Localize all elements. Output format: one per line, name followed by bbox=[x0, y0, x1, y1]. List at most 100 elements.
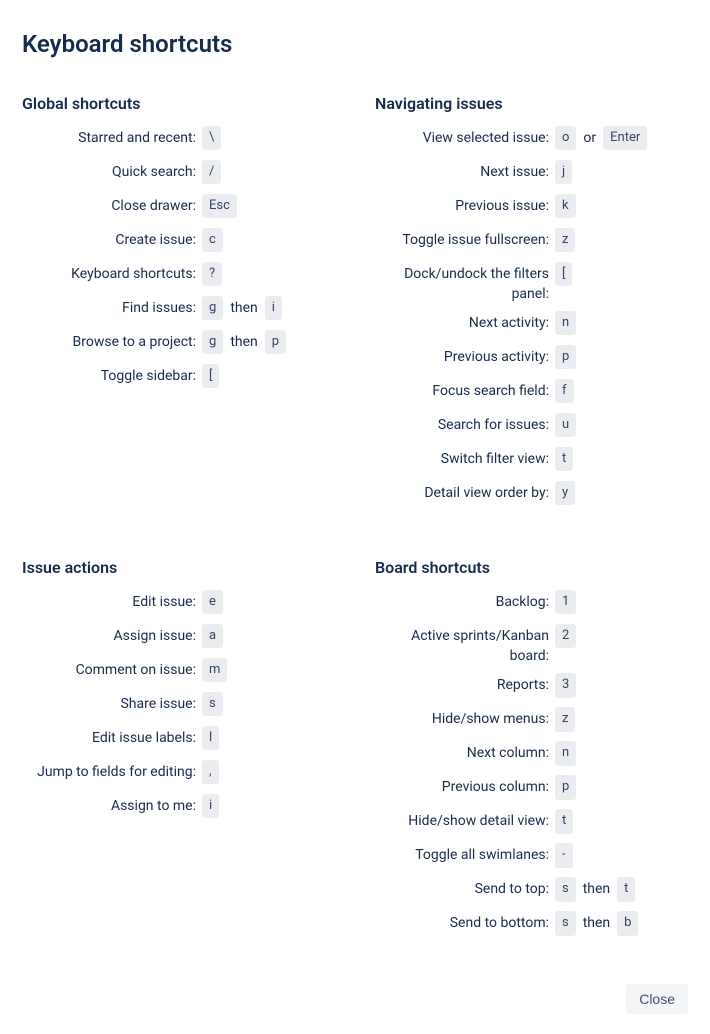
keyboard-key: l bbox=[202, 726, 219, 750]
shortcut-keys: - bbox=[555, 842, 573, 867]
shortcut-keys: [ bbox=[555, 261, 572, 286]
keyboard-key: g bbox=[202, 330, 223, 354]
keyboard-key: 1 bbox=[555, 590, 576, 614]
shortcut-keys: u bbox=[555, 412, 576, 437]
shortcut-label: Send to top: bbox=[375, 876, 555, 900]
shortcut-keys: z bbox=[555, 227, 575, 252]
shortcut-row: Quick search:/ bbox=[22, 159, 335, 187]
shortcut-label: Jump to fields for editing: bbox=[22, 759, 202, 783]
shortcut-keys: sthent bbox=[555, 876, 635, 901]
shortcut-label: View selected issue: bbox=[375, 125, 555, 149]
keyboard-key: a bbox=[202, 624, 223, 648]
shortcut-label: Comment on issue: bbox=[22, 657, 202, 681]
section-heading: Issue actions bbox=[22, 558, 335, 577]
keyboard-key: p bbox=[555, 775, 576, 799]
shortcut-row: Browse to a project:gthenp bbox=[22, 329, 335, 357]
keyboard-key: k bbox=[555, 194, 576, 218]
section-global: Global shortcutsStarred and recent:\Quic… bbox=[22, 94, 335, 514]
shortcut-label: Active sprints/Kanban board: bbox=[375, 623, 555, 666]
shortcut-row: Next activity:n bbox=[375, 310, 688, 338]
keyboard-key: t bbox=[555, 447, 573, 471]
shortcut-row: Search for issues:u bbox=[375, 412, 688, 440]
shortcut-row: Toggle issue fullscreen:z bbox=[375, 227, 688, 255]
shortcut-row: Next column:n bbox=[375, 740, 688, 768]
shortcut-keys: y bbox=[555, 480, 575, 505]
shortcut-label: Toggle issue fullscreen: bbox=[375, 227, 555, 251]
keyboard-key: y bbox=[555, 481, 575, 505]
shortcut-row: Close drawer:Esc bbox=[22, 193, 335, 221]
shortcut-keys: k bbox=[555, 193, 576, 218]
keyboard-key: 2 bbox=[555, 624, 576, 648]
section-heading: Global shortcuts bbox=[22, 94, 335, 113]
shortcut-label: Switch filter view: bbox=[375, 446, 555, 470]
keyboard-key: 3 bbox=[555, 673, 576, 697]
section-navigating: Navigating issuesView selected issue:oor… bbox=[375, 94, 688, 514]
shortcut-keys: t bbox=[555, 808, 573, 833]
shortcut-keys: a bbox=[202, 623, 223, 648]
shortcut-label: Next column: bbox=[375, 740, 555, 764]
keyboard-key: m bbox=[202, 658, 227, 682]
shortcut-label: Next issue: bbox=[375, 159, 555, 183]
shortcut-keys: j bbox=[555, 159, 572, 184]
keyboard-key: - bbox=[555, 843, 573, 867]
shortcut-label: Previous activity: bbox=[375, 344, 555, 368]
shortcut-row: Create issue:c bbox=[22, 227, 335, 255]
keyboard-key: z bbox=[555, 228, 575, 252]
keyboard-key: , bbox=[202, 760, 219, 784]
shortcut-row: Detail view order by:y bbox=[375, 480, 688, 508]
keyboard-key: i bbox=[265, 296, 282, 320]
shortcut-keys: n bbox=[555, 740, 576, 765]
shortcut-row: Switch filter view:t bbox=[375, 446, 688, 474]
keyboard-key: i bbox=[202, 794, 219, 818]
shortcut-row: Send to bottom:sthenb bbox=[375, 910, 688, 938]
shortcut-keys: 3 bbox=[555, 672, 576, 697]
shortcut-keys: i bbox=[202, 793, 219, 818]
shortcut-keys: p bbox=[555, 774, 576, 799]
shortcut-keys: l bbox=[202, 725, 219, 750]
keyboard-key: f bbox=[555, 379, 574, 403]
shortcut-keys: oorEnter bbox=[555, 125, 647, 150]
shortcut-keys: t bbox=[555, 446, 573, 471]
keyboard-key: Esc bbox=[202, 194, 237, 218]
keyboard-key: g bbox=[202, 296, 223, 320]
shortcut-row: Jump to fields for editing:, bbox=[22, 759, 335, 787]
shortcut-label: Focus search field: bbox=[375, 378, 555, 402]
shortcut-row: Hide/show menus:z bbox=[375, 706, 688, 734]
shortcut-label: Reports: bbox=[375, 672, 555, 696]
shortcut-row: Previous issue:k bbox=[375, 193, 688, 221]
key-joiner: then bbox=[227, 334, 260, 350]
shortcut-label: Dock/undock the filters panel: bbox=[375, 261, 555, 304]
shortcut-keys: 2 bbox=[555, 623, 576, 648]
keyboard-key: z bbox=[555, 707, 575, 731]
shortcut-keys: p bbox=[555, 344, 576, 369]
shortcut-row: Dock/undock the filters panel:[ bbox=[375, 261, 688, 304]
keyboard-key: t bbox=[555, 809, 573, 833]
keyboard-key: s bbox=[555, 877, 576, 901]
shortcut-row: Comment on issue:m bbox=[22, 657, 335, 685]
shortcut-row: Assign issue:a bbox=[22, 623, 335, 651]
keyboard-key: s bbox=[202, 692, 223, 716]
shortcut-label: Previous issue: bbox=[375, 193, 555, 217]
shortcut-row: Toggle all swimlanes:- bbox=[375, 842, 688, 870]
close-button[interactable]: Close bbox=[626, 984, 688, 1014]
shortcut-keys: / bbox=[202, 159, 221, 184]
keyboard-key: / bbox=[202, 160, 221, 184]
shortcut-label: Keyboard shortcuts: bbox=[22, 261, 202, 285]
shortcut-row: Previous activity:p bbox=[375, 344, 688, 372]
keyboard-key: p bbox=[555, 345, 576, 369]
keyboard-key: [ bbox=[555, 262, 572, 286]
keyboard-key: o bbox=[555, 126, 576, 150]
shortcut-row: Hide/show detail view:t bbox=[375, 808, 688, 836]
shortcut-keys: gtheni bbox=[202, 295, 282, 320]
keyboard-key: ? bbox=[202, 262, 222, 286]
shortcut-row: Toggle sidebar:[ bbox=[22, 363, 335, 391]
shortcut-keys: s bbox=[202, 691, 223, 716]
shortcut-label: Toggle sidebar: bbox=[22, 363, 202, 387]
shortcut-label: Previous column: bbox=[375, 774, 555, 798]
keyboard-key: Enter bbox=[603, 126, 647, 150]
shortcut-row: Find issues:gtheni bbox=[22, 295, 335, 323]
shortcut-label: Edit issue: bbox=[22, 589, 202, 613]
shortcut-keys: n bbox=[555, 310, 576, 335]
shortcut-keys: 1 bbox=[555, 589, 576, 614]
shortcut-row: Share issue:s bbox=[22, 691, 335, 719]
